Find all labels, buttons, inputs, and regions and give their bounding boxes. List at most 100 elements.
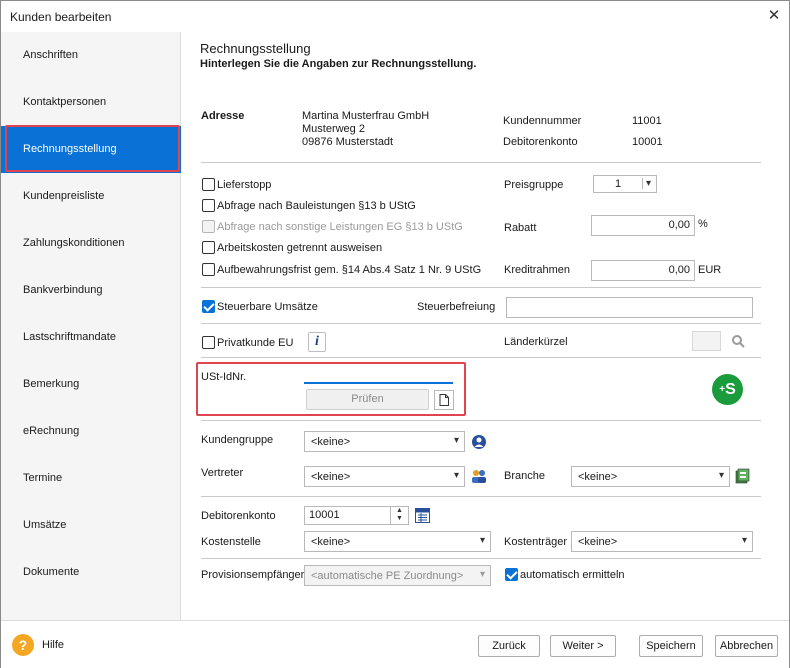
main-panel: Rechnungsstellung Hinterlegen Sie die An… <box>182 32 789 620</box>
sidebar-item-kundenpreisliste[interactable]: Kundenpreisliste <box>1 173 181 220</box>
divider <box>201 323 761 324</box>
debitor-account-label: Debitorenkonto <box>503 136 578 148</box>
chevron-down-icon: ▾ <box>718 470 724 481</box>
customer-group-label: Kundengruppe <box>201 434 274 446</box>
cost-unit-select[interactable]: <keine> ▾ <box>571 531 753 552</box>
tax-exemption-input[interactable] <box>506 297 753 318</box>
auto-determine-label: automatisch ermitteln <box>520 569 625 581</box>
sidebar-item-bemerkung[interactable]: Bemerkung <box>1 361 181 408</box>
arbeitskosten-checkbox[interactable] <box>202 241 215 254</box>
lieferstopp-label: Lieferstopp <box>217 179 272 191</box>
price-group-label: Preisgruppe <box>504 179 564 191</box>
privatkunde-eu-label: Privatkunde EU <box>217 337 294 349</box>
sidebar-item-zahlungskonditionen[interactable]: Zahlungskonditionen <box>1 220 181 267</box>
sales-rep-select[interactable]: <keine> ▾ <box>304 466 465 487</box>
sidebar-item-umsaetze[interactable]: Umsätze <box>1 502 181 549</box>
chevron-down-icon: ▾ <box>479 535 485 546</box>
price-group-value: 1 <box>614 178 622 190</box>
sales-rep-value: <keine> <box>311 471 351 483</box>
country-code-input[interactable] <box>692 331 721 351</box>
title-bar: Kunden bearbeiten ✕ <box>1 1 789 32</box>
sidebar-item-dokumente[interactable]: Dokumente <box>1 549 181 596</box>
chevron-down-icon: ▾ <box>741 535 747 546</box>
sidebar: Anschriften Kontaktpersonen Rechnungsste… <box>1 32 181 620</box>
vat-id-label: USt-IdNr. <box>201 371 247 383</box>
sidebar-item-bankverbindung[interactable]: Bankverbindung <box>1 267 181 314</box>
discount-label: Rabatt <box>504 222 537 234</box>
commission-recipient-value: <automatische PE Zuordnung> <box>311 570 464 582</box>
cost-center-value: <keine> <box>311 536 351 548</box>
auto-determine-checkbox[interactable] <box>505 568 518 581</box>
discount-unit: % <box>698 218 708 230</box>
vat-id-input[interactable] <box>304 364 453 384</box>
cost-center-select[interactable]: <keine> ▾ <box>304 531 491 552</box>
credit-limit-label: Kreditrahmen <box>504 264 571 276</box>
chevron-down-icon: ▾ <box>453 470 459 481</box>
debitor-account-stepper[interactable]: ▲ ▼ <box>390 507 408 524</box>
customer-group-select[interactable]: <keine> ▾ <box>304 431 465 452</box>
window-title: Kunden bearbeiten <box>10 10 112 24</box>
credit-limit-input[interactable]: 0,00 <box>591 260 695 281</box>
help-icon[interactable]: ? <box>12 634 34 656</box>
address-line-2: Musterweg 2 <box>302 123 365 135</box>
page-title: Rechnungsstellung <box>200 41 311 56</box>
sonstige-leistungen-checkbox[interactable] <box>202 220 215 233</box>
sidebar-item-lastschriftmandate[interactable]: Lastschriftmandate <box>1 314 181 361</box>
sales-rep-label: Vertreter <box>201 467 244 479</box>
industry-value: <keine> <box>578 471 618 483</box>
lieferstopp-checkbox[interactable] <box>202 178 215 191</box>
next-button[interactable]: Weiter > <box>550 635 616 657</box>
dialog-window: Kunden bearbeiten ✕ Anschriften Kontaktp… <box>0 0 790 668</box>
steuerbare-umsaetze-label: Steuerbare Umsätze <box>217 301 318 313</box>
divider <box>201 558 761 559</box>
calculator-icon[interactable] <box>413 506 431 524</box>
cost-unit-value: <keine> <box>578 536 618 548</box>
check-vat-button[interactable]: Prüfen <box>306 389 429 410</box>
divider <box>201 420 761 421</box>
commission-recipient-label: Provisionsempfänger <box>201 569 305 581</box>
debitor-account-value: 10001 <box>632 136 663 148</box>
industry-select[interactable]: <keine> ▾ <box>571 466 730 487</box>
chevron-down-icon: ▾ <box>641 178 651 189</box>
footer-bar: ? Hilfe Zurück Weiter > Speichern Abbrec… <box>1 620 789 668</box>
tax-exemption-label: Steuerbefreiung <box>417 301 496 313</box>
sidebar-item-termine[interactable]: Termine <box>1 455 181 502</box>
document-icon[interactable] <box>434 390 454 410</box>
help-label[interactable]: Hilfe <box>42 639 64 651</box>
save-button[interactable]: Speichern <box>639 635 703 657</box>
close-icon[interactable]: ✕ <box>763 5 785 27</box>
sonstige-leistungen-label: Abfrage nach sonstige Leistungen EG §13 … <box>217 221 463 233</box>
sales-rep-icon[interactable] <box>470 467 488 485</box>
aufbewahrungsfrist-label: Aufbewahrungsfrist gem. §14 Abs.4 Satz 1… <box>217 264 482 276</box>
aufbewahrungsfrist-checkbox[interactable] <box>202 263 215 276</box>
back-button[interactable]: Zurück <box>478 635 540 657</box>
search-icon[interactable] <box>729 332 747 350</box>
divider <box>201 162 761 163</box>
cancel-button[interactable]: Abbrechen <box>715 635 778 657</box>
green-s-icon[interactable]: +S <box>712 374 743 405</box>
discount-input[interactable]: 0,00 <box>591 215 695 236</box>
cost-center-label: Kostenstelle <box>201 536 261 548</box>
credit-limit-unit: EUR <box>698 264 722 276</box>
address-label: Adresse <box>201 110 245 122</box>
bauleistungen-checkbox[interactable] <box>202 199 215 212</box>
customer-group-icon[interactable] <box>470 433 488 451</box>
steuerbare-umsaetze-checkbox[interactable] <box>202 300 215 313</box>
address-line-3: 09876 Musterstadt <box>302 136 394 148</box>
country-code-label: Länderkürzel <box>504 336 568 348</box>
divider <box>201 496 761 497</box>
sidebar-item-kontaktpersonen[interactable]: Kontaktpersonen <box>1 79 181 126</box>
industry-icon[interactable] <box>734 467 752 485</box>
sidebar-item-anschriften[interactable]: Anschriften <box>1 32 181 79</box>
bauleistungen-label: Abfrage nach Bauleistungen §13 b UStG <box>217 200 416 212</box>
sidebar-item-rechnungsstellung[interactable]: Rechnungsstellung <box>1 126 181 173</box>
info-icon[interactable]: i <box>308 332 326 352</box>
arbeitskosten-label: Arbeitskosten getrennt ausweisen <box>217 242 383 254</box>
commission-recipient-select[interactable]: <automatische PE Zuordnung> ▾ <box>304 565 491 586</box>
industry-label: Branche <box>504 470 545 482</box>
privatkunde-eu-checkbox[interactable] <box>202 336 215 349</box>
sidebar-item-erechnung[interactable]: eRechnung <box>1 408 181 455</box>
divider <box>201 287 761 288</box>
price-group-select[interactable]: 1 ▾ <box>593 175 657 193</box>
customer-group-value: <keine> <box>311 436 351 448</box>
